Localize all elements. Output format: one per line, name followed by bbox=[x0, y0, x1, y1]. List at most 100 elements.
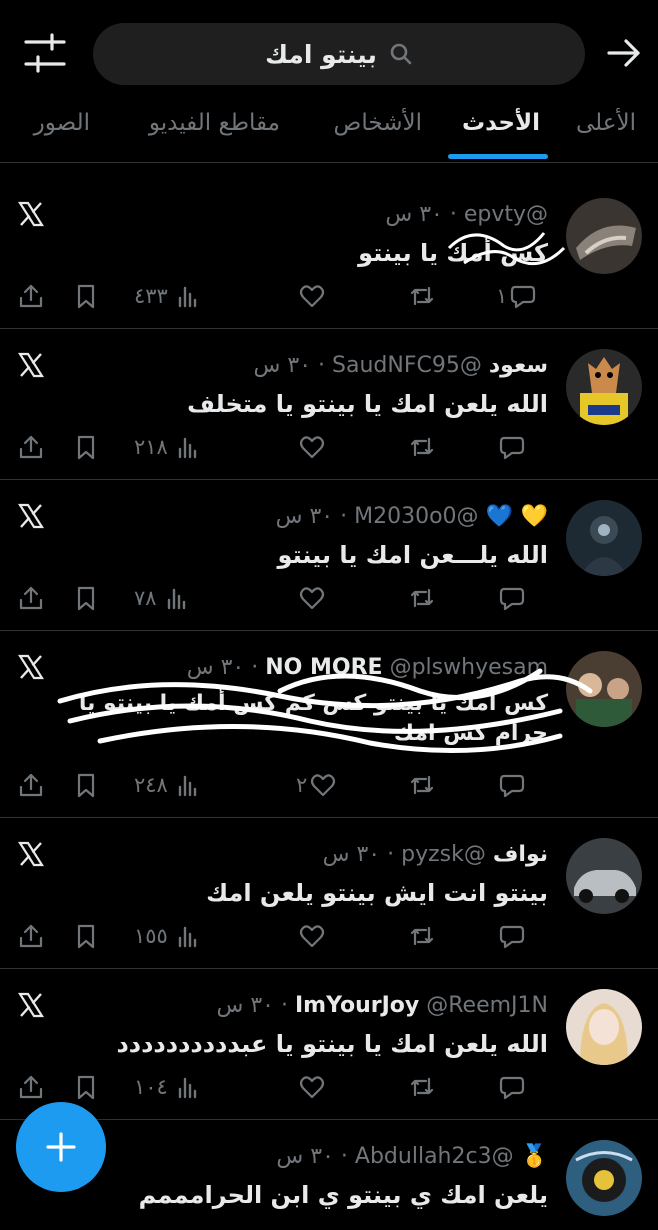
tweet-item[interactable]: ImYourJoy @ReemJ1N · ٣٠ س الله يلعن امك … bbox=[0, 969, 658, 1120]
display-name[interactable]: ImYourJoy bbox=[295, 993, 419, 1018]
tweet-actions: ١٥٥ bbox=[0, 918, 658, 958]
plus-icon bbox=[46, 1132, 76, 1162]
timestamp[interactable]: ٣٠ س bbox=[216, 993, 274, 1018]
retweet-icon bbox=[410, 775, 434, 795]
reply-button[interactable] bbox=[496, 922, 526, 950]
handle[interactable]: @epvty bbox=[464, 202, 548, 227]
tab-photos[interactable]: الصور bbox=[34, 110, 90, 136]
retweet-button[interactable] bbox=[408, 584, 436, 612]
reply-icon bbox=[499, 436, 525, 460]
display-name[interactable]: 🥇 bbox=[521, 1144, 548, 1169]
share-button[interactable] bbox=[17, 584, 45, 612]
timestamp[interactable]: ٣٠ س bbox=[187, 655, 245, 680]
handle[interactable]: @plswhyesam bbox=[390, 655, 548, 680]
compose-tweet-button[interactable] bbox=[16, 1102, 106, 1192]
share-button[interactable] bbox=[17, 771, 45, 799]
views-button[interactable]: ٤٣٣ bbox=[134, 282, 202, 310]
like-button[interactable] bbox=[296, 282, 326, 310]
like-button[interactable] bbox=[296, 922, 326, 950]
tab-videos[interactable]: مقاطع الفيديو bbox=[149, 110, 280, 136]
handle[interactable]: @M2030o0 bbox=[354, 504, 478, 529]
search-input[interactable]: بينتو امك bbox=[93, 23, 585, 85]
avatar[interactable] bbox=[566, 500, 642, 576]
views-icon bbox=[178, 437, 197, 459]
tweet-header: NO MORE @plswhyesam · ٣٠ س bbox=[186, 655, 548, 680]
retweet-button[interactable] bbox=[408, 433, 436, 461]
bookmark-button[interactable] bbox=[72, 922, 100, 950]
share-icon bbox=[19, 284, 43, 308]
share-button[interactable] bbox=[17, 1073, 45, 1101]
tab-people[interactable]: الأشخاص bbox=[334, 110, 422, 136]
timestamp[interactable]: ٣٠ س bbox=[323, 842, 381, 867]
reply-button[interactable] bbox=[496, 771, 526, 799]
like-button[interactable] bbox=[296, 433, 326, 461]
tweet-item[interactable]: نواف @pyzsk · ٣٠ س بينتو انت ايش بينتو ي… bbox=[0, 818, 658, 969]
views-button[interactable]: ٧٨ bbox=[134, 584, 191, 612]
avatar[interactable] bbox=[566, 651, 642, 727]
views-button[interactable]: ١٥٥ bbox=[134, 922, 202, 950]
avatar[interactable] bbox=[566, 1140, 642, 1216]
timestamp[interactable]: ٣٠ س bbox=[276, 1144, 334, 1169]
x-logo-icon bbox=[17, 992, 45, 1018]
avatar[interactable] bbox=[566, 989, 642, 1065]
reply-button[interactable] bbox=[496, 433, 526, 461]
x-logo-icon bbox=[17, 352, 45, 378]
reply-icon bbox=[499, 774, 525, 798]
retweet-button[interactable] bbox=[408, 282, 436, 310]
tweet-actions: ٢١٨ bbox=[0, 429, 658, 469]
handle[interactable]: @pyzsk bbox=[401, 842, 486, 867]
back-arrow-icon[interactable] bbox=[604, 33, 644, 73]
tweet-header: @epvty · ٣٠ س bbox=[385, 202, 548, 227]
tweet-header: 🥇 @Abdullah2c3 · ٣٠ س bbox=[276, 1144, 548, 1169]
bookmark-button[interactable] bbox=[72, 771, 100, 799]
display-name[interactable]: نواف bbox=[493, 842, 548, 867]
retweet-button[interactable] bbox=[408, 922, 436, 950]
like-button[interactable] bbox=[296, 1073, 326, 1101]
tweet-item[interactable]: NO MORE @plswhyesam · ٣٠ س كس أمك يا بين… bbox=[0, 631, 658, 818]
tab-top[interactable]: الأعلى bbox=[576, 110, 636, 136]
share-icon bbox=[19, 1075, 43, 1099]
display-name[interactable]: سعود bbox=[489, 353, 548, 378]
views-button[interactable]: ٢١٨ bbox=[134, 433, 202, 461]
filter-settings-icon[interactable] bbox=[22, 30, 68, 76]
view-count: ٢٤٨ bbox=[134, 773, 168, 797]
retweet-button[interactable] bbox=[408, 1073, 436, 1101]
handle[interactable]: @SaudNFC95 bbox=[332, 353, 482, 378]
bookmark-button[interactable] bbox=[72, 433, 100, 461]
tweet-header: ImYourJoy @ReemJ1N · ٣٠ س bbox=[216, 993, 548, 1018]
tweet-actions: ١ ٤٣٣ bbox=[0, 278, 658, 318]
tweet-item[interactable]: @epvty · ٣٠ س كس أمك يا بينتو ١ ٤٣٣ bbox=[0, 178, 658, 329]
share-button[interactable] bbox=[17, 433, 45, 461]
reply-button[interactable] bbox=[496, 584, 526, 612]
tab-latest[interactable]: الأحدث bbox=[462, 110, 540, 136]
display-name[interactable]: 💛 💙 bbox=[486, 504, 548, 529]
retweet-button[interactable] bbox=[408, 771, 436, 799]
reply-button[interactable] bbox=[496, 1073, 526, 1101]
bookmark-button[interactable] bbox=[72, 584, 100, 612]
x-logo-icon bbox=[17, 201, 45, 227]
handle[interactable]: @ReemJ1N bbox=[426, 993, 548, 1018]
avatar[interactable] bbox=[566, 198, 642, 274]
share-button[interactable] bbox=[17, 922, 45, 950]
like-button[interactable]: ٢ bbox=[296, 771, 337, 799]
handle[interactable]: @Abdullah2c3 bbox=[355, 1144, 514, 1169]
reply-button[interactable]: ١ bbox=[496, 282, 537, 310]
tweet-item[interactable]: سعود @SaudNFC95 · ٣٠ س الله يلعن امك يا … bbox=[0, 329, 658, 480]
heart-icon bbox=[299, 925, 325, 948]
bookmark-button[interactable] bbox=[72, 1073, 100, 1101]
tweet-header: 💛 💙 @M2030o0 · ٣٠ س bbox=[275, 504, 548, 529]
avatar[interactable] bbox=[566, 838, 642, 914]
timestamp[interactable]: ٣٠ س bbox=[385, 202, 443, 227]
timestamp[interactable]: ٣٠ س bbox=[276, 504, 334, 529]
like-button[interactable] bbox=[296, 584, 326, 612]
bookmark-button[interactable] bbox=[72, 282, 100, 310]
views-button[interactable]: ٢٤٨ bbox=[134, 771, 202, 799]
timestamp[interactable]: ٣٠ س bbox=[254, 353, 312, 378]
tweet-item[interactable]: 💛 💙 @M2030o0 · ٣٠ س الله يلـــعن امك يا … bbox=[0, 480, 658, 631]
display-name[interactable]: NO MORE bbox=[265, 655, 382, 680]
avatar[interactable] bbox=[566, 349, 642, 425]
share-button[interactable] bbox=[17, 282, 45, 310]
heart-icon bbox=[311, 774, 336, 797]
share-icon bbox=[19, 586, 43, 610]
views-button[interactable]: ١٠٤ bbox=[134, 1073, 202, 1101]
